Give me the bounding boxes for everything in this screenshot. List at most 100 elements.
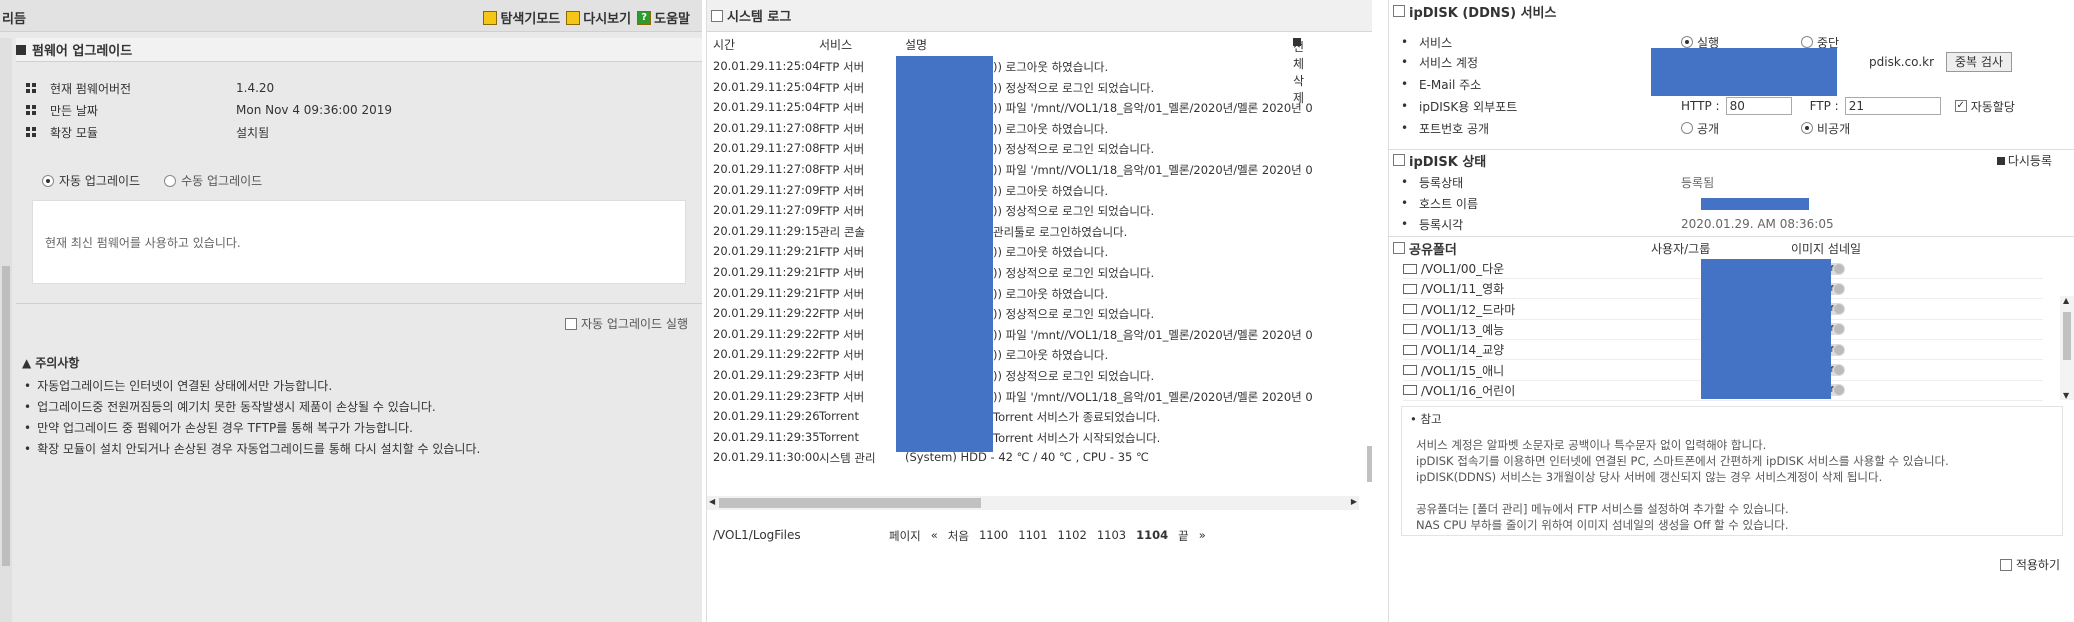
scrollbar-thumb[interactable] xyxy=(2,266,10,566)
log-columns: 시간 서비스 설명 전체삭제 xyxy=(713,38,1305,105)
log-service: FTP 서버 xyxy=(819,327,865,342)
col-time: 시간 xyxy=(713,38,736,52)
private-radio[interactable]: 비공개 xyxy=(1801,120,1850,137)
log-time: 20.01.29.11:30:00 xyxy=(713,450,820,465)
page-link[interactable]: 1103 xyxy=(1097,528,1126,544)
refresh-button[interactable]: 다시보기 xyxy=(566,8,631,27)
log-desc: )) 로그아웃 하였습니다. xyxy=(993,60,1109,74)
log-time: 20.01.29.11:27:08 xyxy=(713,120,820,135)
shared-folder-header: 공유폴더 사용자/그룹 이미지 섬네일 xyxy=(1393,237,2073,259)
log-service: FTP 서버 xyxy=(819,204,865,219)
folder-icon xyxy=(1393,242,1405,254)
log-service: 관리 콘솔 xyxy=(819,224,865,239)
log-service: FTP 서버 xyxy=(819,183,865,198)
help-icon: ? xyxy=(637,10,652,25)
reg-status-row: • 등록상태 등록됨 xyxy=(1401,175,1715,190)
current-page[interactable]: 1104 xyxy=(1136,528,1168,544)
redacted-block xyxy=(1701,259,1831,399)
manual-upgrade-radio[interactable]: 수동 업그레이드 xyxy=(164,172,262,189)
dup-check-button[interactable]: 중복 검사 xyxy=(1946,52,2012,72)
scrollbar-thumb[interactable] xyxy=(719,498,981,508)
log-horizontal-scrollbar[interactable]: ◀ ▶ xyxy=(707,496,1359,510)
log-time: 20.01.29.11:29:23 xyxy=(713,367,820,382)
prev-icon[interactable]: « xyxy=(931,528,938,544)
log-service: FTP 서버 xyxy=(819,389,865,404)
apply-button[interactable]: 적용하기 xyxy=(1999,556,2060,573)
log-row: 20.01.29.11:29:22 FTP 서버)) 파일 '/mnt//VOL1… xyxy=(707,324,1367,345)
log-service: FTP 서버 xyxy=(819,286,865,301)
run-auto-upgrade-button[interactable]: 자동 업그레이드 실행 xyxy=(565,315,688,332)
ftp-port-input[interactable]: 21 xyxy=(1844,97,1941,115)
log-service: 시스템 관리 xyxy=(819,451,876,466)
log-row: 20.01.29.11:29:21 FTP 서버)) 로그아웃 하였습니다. xyxy=(707,283,1367,304)
first-page-link[interactable]: 처음 xyxy=(948,528,969,544)
log-desc: )) 파일 '/mnt//VOL1/18_음악/01_멜론/2020년/멜론 2… xyxy=(993,327,1313,342)
log-service: FTP 서버 xyxy=(819,348,865,363)
help-button[interactable]: ? 도움말 xyxy=(637,8,690,27)
status-message-box: 현재 최신 펌웨어를 사용하고 있습니다. xyxy=(32,200,686,284)
divider xyxy=(16,303,702,304)
log-desc: )) 로그아웃 하였습니다. xyxy=(993,245,1109,260)
log-row: 20.01.29.11:29:23 FTP 서버)) 정상적으로 로그인 되었습니… xyxy=(707,365,1367,386)
scroll-down-icon[interactable]: ▼ xyxy=(2063,391,2069,400)
log-desc: Torrent 서비스가 종료되었습니다. xyxy=(993,410,1161,425)
log-row: 20.01.29.11:29:21 FTP 서버)) 로그아웃 하였습니다. xyxy=(707,241,1367,262)
http-port-input[interactable]: 80 xyxy=(1725,97,1792,115)
caution-title: ▲ 주의사항 xyxy=(22,355,80,371)
log-vertical-scrollbar[interactable] xyxy=(1367,56,1372,486)
re-register-button[interactable]: 다시등록 xyxy=(1996,152,2052,169)
explorer-mode-button[interactable]: 탐색기모드 xyxy=(483,8,560,27)
log-desc: 관리툴로 로그인하였습니다. xyxy=(993,224,1128,239)
log-time: 20.01.29.11:29:21 xyxy=(713,285,820,300)
status-header: ipDISK 상태 xyxy=(1393,149,1486,171)
note-line: 공유폴더는 [폴더 관리] 메뉴에서 FTP 서비스를 설정하여 추가할 수 있… xyxy=(1416,502,1789,516)
section-title: 펌웨어 업그레이드 xyxy=(16,38,702,62)
scrollbar-thumb[interactable] xyxy=(2063,312,2071,360)
panel-title: 리듬 xyxy=(2,12,26,27)
log-desc: )) 파일 '/mnt//VOL1/18_음악/01_멜론/2020년/멜론 2… xyxy=(993,389,1313,404)
log-row: 20.01.29.11:25:04 FTP 서버)) 로그아웃 하였습니다. xyxy=(707,56,1367,77)
folder-scrollbar[interactable]: ▲ ▼ xyxy=(2060,296,2074,400)
next-icon[interactable]: » xyxy=(1199,528,1206,544)
firmware-toolbar: 리듬 탐색기모드 다시보기 ? 도움말 xyxy=(0,0,702,32)
log-desc: )) 정상적으로 로그인 되었습니다. xyxy=(993,204,1155,219)
folder-icon xyxy=(1403,263,1417,274)
reg-time-row: • 등록시각 2020.01.29. AM 08:36:05 xyxy=(1401,217,1834,232)
log-desc: )) 정상적으로 로그인 되었습니다. xyxy=(993,80,1155,95)
log-rows: 20.01.29.11:25:04 FTP 서버)) 로그아웃 하였습니다. 20.… xyxy=(707,56,1367,468)
log-row: 20.01.29.11:29:15 관리 콘솔 관리툴로 로그인하였습니다. xyxy=(707,221,1367,242)
log-icon xyxy=(711,9,723,22)
system-log-panel: 시스템 로그 시간 서비스 설명 전체삭제 20.01.29.11:25:04 F… xyxy=(706,0,1372,622)
log-row: 20.01.29.11:25:04 FTP 서버)) 파일 '/mnt//VOL1… xyxy=(707,97,1367,118)
log-service: FTP 서버 xyxy=(819,121,865,136)
log-path: /VOL1/LogFiles xyxy=(713,528,801,542)
page-link[interactable]: 1102 xyxy=(1058,528,1087,544)
page-link[interactable]: 1101 xyxy=(1018,528,1047,544)
log-service: FTP 서버 xyxy=(819,307,865,322)
note-box: • 참고 서비스 계정은 알파벳 소문자로 공백이나 특수문자 없이 입력해야 … xyxy=(1401,406,2063,536)
folder-icon xyxy=(1403,385,1417,396)
log-header: 시스템 로그 xyxy=(707,0,1372,32)
log-time: 20.01.29.11:29:35 xyxy=(713,429,820,444)
auto-assign-checkbox[interactable]: ✓ 자동할당 xyxy=(1954,98,2015,115)
scrollbar-thumb[interactable] xyxy=(1367,446,1372,482)
folder-name: /VOL1/13_예능 xyxy=(1421,322,1505,337)
left-scrollbar[interactable] xyxy=(0,38,12,622)
scroll-up-icon[interactable]: ▲ xyxy=(2063,296,2069,305)
log-service: FTP 서버 xyxy=(819,368,865,383)
page-link[interactable]: 1100 xyxy=(979,528,1008,544)
pagination: 페이지 « 처음 1100 1101 1102 1103 1104 끝 » xyxy=(889,528,1206,544)
auto-upgrade-radio[interactable]: 자동 업그레이드 xyxy=(42,172,140,189)
log-time: 20.01.29.11:27:08 xyxy=(713,161,820,176)
scroll-left-icon[interactable]: ◀ xyxy=(709,497,715,506)
log-service: FTP 서버 xyxy=(819,60,865,74)
folder-icon xyxy=(1403,304,1417,315)
log-service: FTP 서버 xyxy=(819,101,865,116)
log-time: 20.01.29.11:29:26 xyxy=(713,409,820,424)
scroll-right-icon[interactable]: ▶ xyxy=(1351,497,1357,506)
log-row: 20.01.29.11:30:00 시스템 관리 (System) HDD - 42… xyxy=(707,447,1367,468)
log-desc: )) 로그아웃 하였습니다. xyxy=(993,121,1109,136)
last-page-link[interactable]: 끝 xyxy=(1178,528,1189,544)
port-public-row: • 포트번호 공개 공개 비공개 xyxy=(1401,120,1851,137)
public-radio[interactable]: 공개 xyxy=(1681,120,1801,137)
